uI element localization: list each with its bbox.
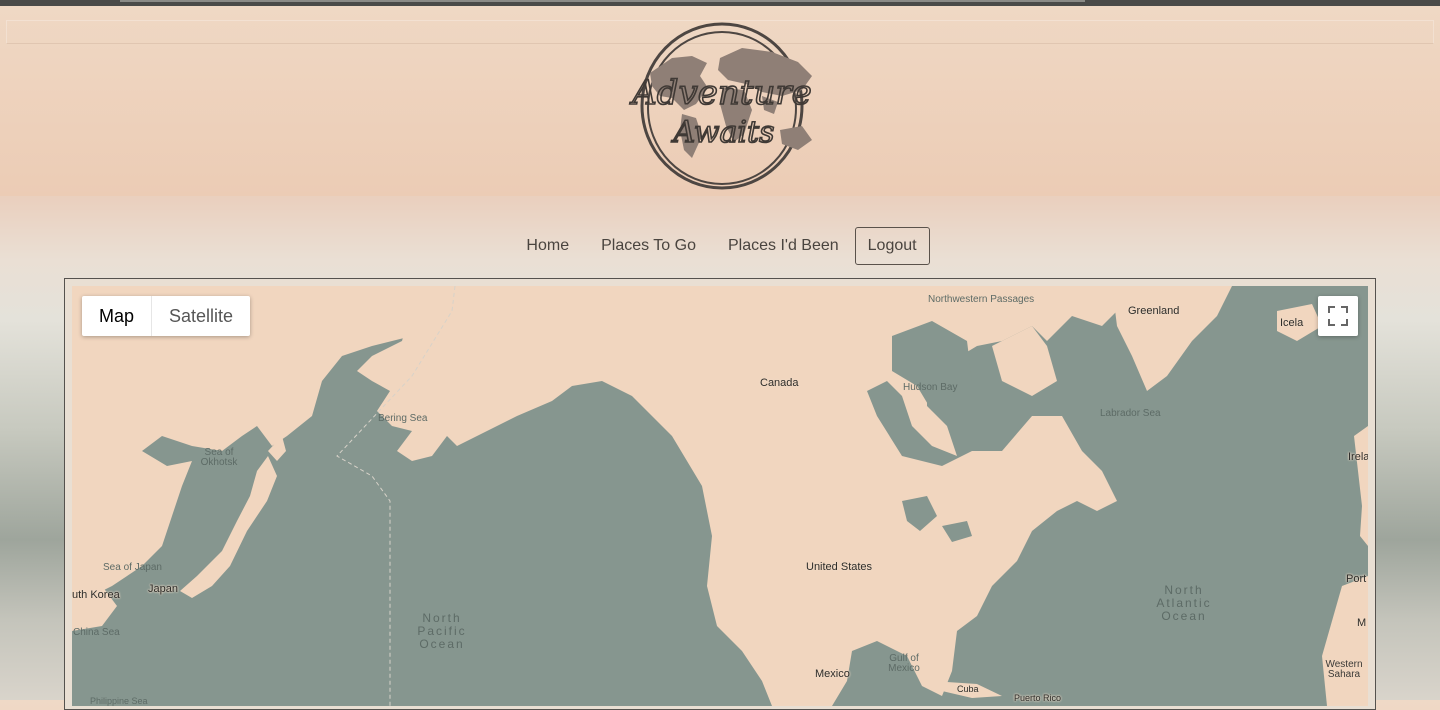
label-south-korea: uth Korea xyxy=(72,589,120,601)
fullscreen-button[interactable] xyxy=(1318,296,1358,336)
nav-home[interactable]: Home xyxy=(510,228,585,264)
logo-text-awaits: Awaits xyxy=(671,115,775,150)
label-labrador-sea: Labrador Sea xyxy=(1100,408,1161,419)
label-gulf-of-mexico: Gulf of Mexico xyxy=(888,653,920,674)
logo-text-adventure: Adventure xyxy=(629,73,811,113)
label-western-sahara: Western Sahara xyxy=(1325,659,1363,680)
map-type-satellite-button[interactable]: Satellite xyxy=(151,296,250,336)
main-nav: Home Places To Go Places I'd Been Logout xyxy=(0,227,1440,265)
globe-logo-icon: Adventure Awaits xyxy=(628,22,813,190)
map-type-map-button[interactable]: Map xyxy=(82,296,151,336)
label-japan: Japan xyxy=(148,583,178,595)
label-east-china-sea: China Sea xyxy=(73,627,120,638)
nav-places-been[interactable]: Places I'd Been xyxy=(712,228,855,264)
label-philippine-sea: Philippine Sea xyxy=(90,696,148,706)
label-sea-of-okhotsk: Sea of Okhotsk xyxy=(200,447,238,468)
label-iceland: Icela xyxy=(1280,317,1304,329)
label-canada: Canada xyxy=(760,377,799,389)
fullscreen-icon xyxy=(1328,306,1348,326)
label-north-atlantic: North Atlantic Ocean xyxy=(1156,583,1212,623)
adventure-awaits-logo[interactable]: Adventure Awaits xyxy=(612,18,832,194)
label-northwestern-passages: Northwestern Passages xyxy=(928,294,1035,305)
label-bering-sea: Bering Sea xyxy=(378,413,428,424)
label-mexico: Mexico xyxy=(815,668,850,680)
map-tiles xyxy=(72,286,1368,706)
label-united-states: United States xyxy=(806,561,873,573)
label-cuba: Cuba xyxy=(957,684,979,694)
label-north-pacific: North Pacific Ocean xyxy=(417,611,467,651)
label-greenland: Greenland xyxy=(1128,305,1180,317)
browser-top-bar-inner xyxy=(120,0,1085,2)
map-type-control: Map Satellite xyxy=(82,296,251,336)
map-view[interactable]: Northwestern Passages Greenland Icela Ca… xyxy=(72,286,1368,706)
label-sea-of-japan: Sea of Japan xyxy=(103,562,162,573)
nav-places-to-go[interactable]: Places To Go xyxy=(585,228,712,264)
label-hudson-bay: Hudson Bay xyxy=(903,382,958,393)
label-morocco: M xyxy=(1357,617,1367,629)
label-ireland: Irela xyxy=(1348,451,1368,463)
label-puerto-rico: Puerto Rico xyxy=(1014,693,1062,703)
label-portugal: Port xyxy=(1346,573,1367,585)
logout-button[interactable]: Logout xyxy=(854,227,930,265)
